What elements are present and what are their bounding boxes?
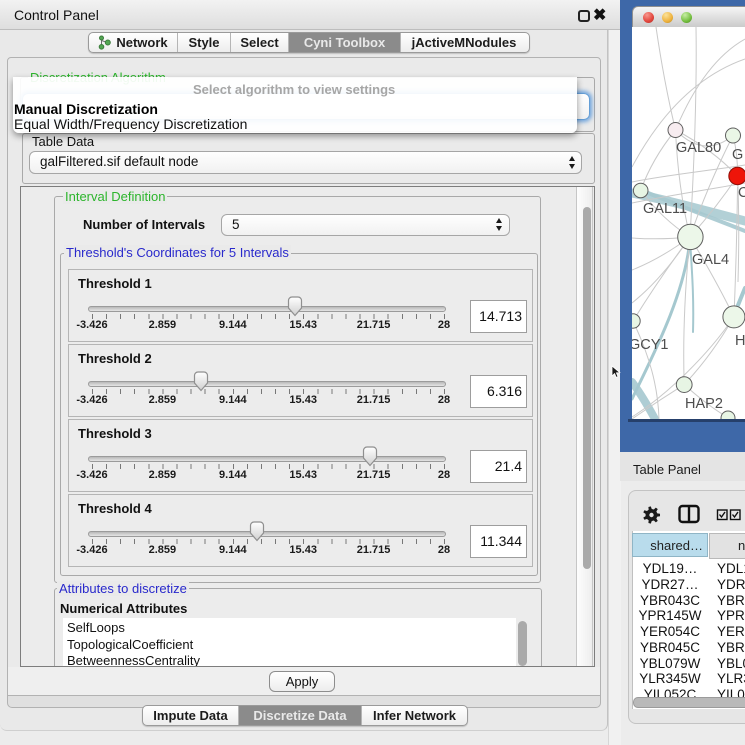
svg-text:GCY1: GCY1 xyxy=(632,337,669,353)
svg-text:G: G xyxy=(732,147,743,163)
svg-text:GAL11: GAL11 xyxy=(643,201,687,217)
svg-text:HAP2: HAP2 xyxy=(685,396,723,412)
svg-text:C: C xyxy=(738,185,745,201)
svg-text:H: H xyxy=(735,333,745,349)
svg-text:GAL4: GAL4 xyxy=(692,252,729,268)
svg-text:GAL80: GAL80 xyxy=(676,140,721,156)
